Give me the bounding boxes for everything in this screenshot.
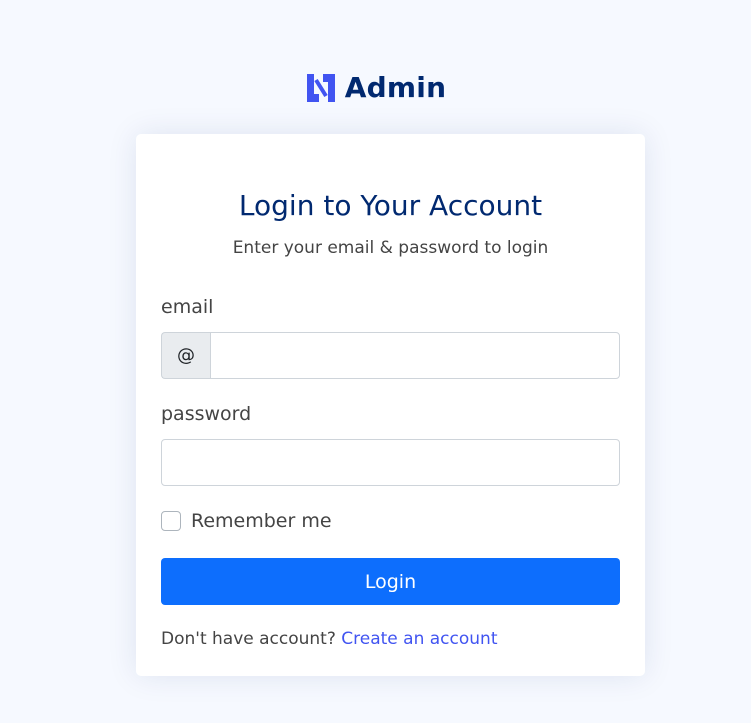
login-button[interactable]: Login bbox=[161, 558, 620, 605]
remember-me-checkbox[interactable] bbox=[161, 511, 181, 531]
email-field[interactable] bbox=[210, 332, 620, 379]
password-label: password bbox=[161, 403, 252, 425]
remember-me-row[interactable]: Remember me bbox=[161, 509, 332, 533]
remember-me-label[interactable]: Remember me bbox=[191, 509, 332, 533]
logo-icon bbox=[306, 74, 335, 102]
brand-logo-link[interactable]: Admin bbox=[0, 70, 751, 106]
page-title: Login to Your Account bbox=[238, 189, 543, 222]
brand-name: Admin bbox=[344, 71, 447, 104]
email-input-group: @ bbox=[161, 332, 620, 379]
signup-prompt: Don't have account? Create an account bbox=[161, 628, 498, 650]
create-account-link[interactable]: Create an account bbox=[341, 629, 497, 649]
page-subtitle: Enter your email & password to login bbox=[232, 238, 549, 258]
password-field[interactable] bbox=[161, 439, 620, 486]
email-label: email bbox=[161, 296, 214, 318]
signup-prompt-text: Don't have account? bbox=[161, 629, 336, 649]
email-at-prefix: @ bbox=[161, 332, 210, 379]
login-page: Admin Login to Your Account Enter your e… bbox=[0, 0, 751, 723]
